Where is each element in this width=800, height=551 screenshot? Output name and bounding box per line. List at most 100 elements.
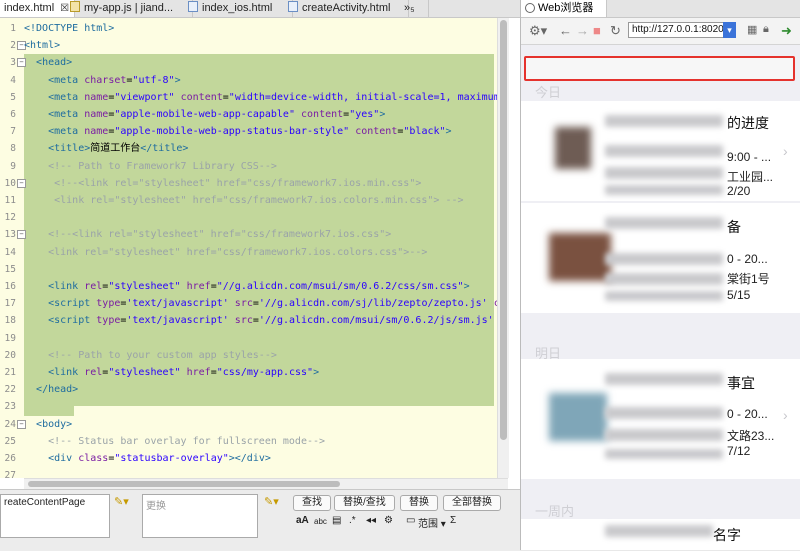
search-bar[interactable] (524, 56, 795, 81)
scroll-thumb[interactable] (500, 20, 507, 440)
sigma-icon[interactable]: Σ (450, 515, 456, 526)
code-line: 14 <link rel="stylesheet" href="css/fram… (0, 244, 508, 261)
code-text[interactable]: <meta name="viewport" content="width=dev… (24, 89, 508, 106)
code-text[interactable]: <link rel="stylesheet" href="css/my-app.… (24, 364, 319, 381)
code-text[interactable]: <!-- Path to Framework7 Library CSS--> (24, 158, 277, 175)
code-line: 15 (0, 261, 508, 278)
code-text[interactable]: <html> (24, 37, 60, 54)
globe-icon (525, 3, 535, 13)
code-text[interactable]: <link rel="stylesheet" href="css/framewo… (24, 244, 427, 261)
blurred-text (605, 145, 723, 157)
code-line: 25 <!-- Status bar overlay for fullscree… (0, 433, 508, 450)
url-dropdown-icon[interactable]: ▾ (723, 22, 736, 38)
line-number: 27 (4, 470, 16, 478)
settings-gear-icon[interactable]: ⚙▾ (529, 23, 547, 39)
history-dropdown-icon[interactable]: ✎▾ (114, 495, 129, 508)
code-text[interactable]: <title>简道工作台</title> (24, 140, 188, 157)
list-item[interactable]: 的进度 9:00 - ... 工业园... 2/20 › (521, 101, 800, 201)
code-text[interactable]: <link rel="stylesheet" href="css/framewo… (24, 192, 463, 209)
selection-icon[interactable]: ▤ (332, 515, 341, 526)
editor-tab[interactable]: index.html ☒ (0, 0, 75, 17)
code-line: 26 <div class="statusbar-overlay"></div> (0, 450, 508, 467)
replace-button[interactable]: 替换 (400, 495, 438, 511)
blurred-text (605, 217, 723, 229)
qr-code-icon[interactable]: ▦ (747, 23, 757, 36)
blurred-text (605, 373, 723, 385)
scroll-thumb[interactable] (28, 481, 340, 487)
code-text[interactable]: <script type='text/javascript' src='//g.… (24, 295, 508, 312)
code-line: 20 <!-- Path to your custom app styles--… (0, 347, 508, 364)
code-text[interactable]: <body> (24, 416, 72, 433)
code-line: 8 <title>简道工作台</title> (0, 140, 508, 157)
code-line: 6 <meta name="apple-mobile-web-app-capab… (0, 106, 508, 123)
line-number: 2 (10, 40, 16, 52)
line-number: 6 (10, 109, 16, 120)
event-date: 5/15 (727, 288, 751, 302)
url-input[interactable]: http://127.0.0.1:8020/ (628, 22, 736, 38)
replace-input[interactable]: 更换 (142, 494, 258, 538)
list-item[interactable]: 备 0 - 20... 棠街1号 5/15 (521, 203, 800, 313)
code-line: 16 <link rel="stylesheet" href="//g.alic… (0, 278, 508, 295)
editor-tab[interactable]: createActivity.html (284, 0, 409, 17)
section-title-today: 今日 (535, 85, 562, 100)
code-text[interactable]: <div class="statusbar-overlay"></div> (24, 450, 271, 467)
tab-web-browser[interactable]: Web浏览器 ⊠ (521, 0, 607, 31)
code-text[interactable]: <!DOCTYPE html> (24, 20, 114, 37)
blurred-text (605, 273, 723, 285)
line-number: 3 (10, 57, 16, 69)
line-number: 5 (10, 91, 16, 103)
backward-icon[interactable]: ◂◂ (366, 515, 376, 526)
history-dropdown-icon[interactable]: ✎▾ (264, 495, 279, 508)
code-line: 22 </head> (0, 381, 508, 398)
js-file-icon (70, 1, 80, 12)
settings-gear-icon[interactable]: ⚙ (384, 515, 393, 526)
back-arrow-icon[interactable]: ← (559, 23, 572, 38)
code-text[interactable]: <meta charset="utf-8"> (24, 72, 181, 89)
code-line: 23 (0, 398, 508, 415)
list-item[interactable]: 事宜 0 - 20... 文路23... 7/12 › (521, 359, 800, 479)
editor-horizontal-scrollbar[interactable] (24, 478, 508, 489)
code-line: 27 (0, 467, 508, 478)
code-line: 7 <meta name="apple-mobile-web-app-statu… (0, 123, 508, 140)
lock-icon[interactable]: 🔒︎ (763, 23, 769, 36)
go-arrow-icon[interactable]: ➜ (781, 23, 792, 39)
find-input[interactable]: reateContentPage (0, 494, 110, 538)
code-line: 24− <body> (0, 416, 508, 433)
code-text[interactable]: <meta name="apple-mobile-web-app-status-… (24, 123, 451, 140)
editor-tab[interactable]: index_ios.html (184, 0, 293, 17)
line-number: 4 (10, 74, 16, 86)
line-number: 9 (10, 160, 16, 172)
code-line: 19 (0, 330, 508, 347)
match-case-icon[interactable]: aA (296, 515, 309, 526)
whole-word-icon[interactable]: abc (314, 517, 327, 526)
editor-vertical-scrollbar[interactable] (497, 18, 509, 478)
replace-find-button[interactable]: 替换/查找 (334, 495, 395, 511)
line-number: 23 (4, 401, 16, 413)
replace-all-button[interactable]: 全部替换 (443, 495, 501, 511)
scope-dropdown[interactable]: 范围 ▾ (418, 515, 446, 530)
code-text[interactable]: <head> (24, 54, 72, 71)
tab-label: my-app.js | jiand... (84, 2, 174, 14)
find-replace-bar: reateContentPage ✎▾ 更换 ✎▾ 查找 替换/查找 替换 全部… (0, 489, 520, 551)
code-text[interactable]: <!-- Path to your custom app styles--> (24, 347, 277, 364)
code-text[interactable]: </head> (24, 381, 78, 398)
tab-overflow[interactable]: »₅ (400, 0, 429, 17)
regex-icon[interactable]: .* (349, 515, 356, 526)
line-number: 11 (4, 195, 16, 206)
code-text[interactable]: <link rel="stylesheet" href="//g.alicdn.… (24, 278, 470, 295)
line-number: 12 (4, 212, 16, 224)
list-item[interactable]: 名字 (521, 519, 800, 550)
code-text[interactable]: <!--<link rel="stylesheet" href="css/fra… (24, 226, 391, 243)
refresh-icon[interactable]: ↻ (610, 23, 621, 39)
code-text[interactable]: <!--<link rel="stylesheet" href="css/fra… (24, 175, 421, 192)
find-button[interactable]: 查找 (293, 495, 331, 511)
forward-arrow-icon[interactable]: → (576, 23, 589, 38)
stop-icon[interactable]: ■ (593, 23, 601, 38)
code-text[interactable]: <meta name="apple-mobile-web-app-capable… (24, 106, 385, 123)
code-editor[interactable]: 1 <!DOCTYPE html> 2− <html> 3− <head> 4 <meta… (0, 18, 508, 478)
code-text[interactable]: <!-- Status bar overlay for fullscreen m… (24, 433, 325, 450)
blurred-text (605, 449, 723, 459)
code-text[interactable]: <script type='text/javascript' src='//g.… (24, 312, 508, 329)
event-time: 0 - 20... (727, 252, 768, 266)
editor-tab[interactable]: my-app.js | jiand... (66, 0, 193, 17)
